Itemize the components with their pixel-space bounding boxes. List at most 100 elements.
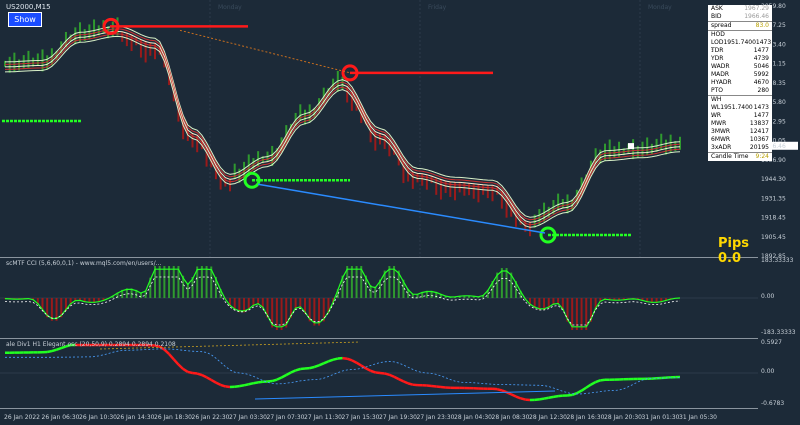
x-tick-label: 28 Jan 16:30	[567, 414, 605, 421]
price-bar	[566, 194, 569, 214]
x-tick-label: 26 Jan 22:30	[192, 414, 230, 421]
osc-segment	[585, 383, 592, 389]
x-tick-label: 31 Jan 05:30	[679, 414, 717, 421]
price-bar	[608, 139, 611, 160]
osc-segment	[172, 358, 180, 366]
osc-panel: ale Div1 H1 Elegant osc (20,50,9) 0.2894…	[0, 339, 758, 409]
osc-segment	[201, 373, 208, 379]
spread-label: spread	[711, 22, 732, 29]
osc-segment	[168, 353, 175, 361]
wh-rows: WL1951.7400 :1473 WR 1477 MWR 13837 3MWR 12417…	[708, 104, 772, 152]
hod-key: TDR	[711, 47, 724, 54]
x-tick-label: 27 Jan 07:30	[267, 414, 305, 421]
osc-segment	[295, 367, 301, 372]
ask-value: 1967.29	[744, 5, 769, 12]
price-bar	[468, 183, 471, 196]
x-tick-label: 26 Jan 14:30	[117, 414, 155, 421]
cci-bar	[393, 266, 396, 298]
wh-label: WH	[711, 96, 722, 103]
price-bar	[679, 136, 681, 150]
cci-bar	[388, 266, 391, 298]
osc-segment	[309, 365, 315, 370]
osc-segment	[548, 395, 554, 399]
osc-segment	[290, 369, 297, 374]
price-bar	[22, 55, 25, 70]
price-bar	[557, 193, 560, 211]
candle-time-value: 9:24	[755, 153, 769, 160]
hod-value: 280	[757, 87, 769, 94]
y-tick-label: 1905.45	[761, 234, 786, 241]
cci-bar	[500, 268, 503, 298]
wh-key: WL1951.7400 :	[711, 104, 753, 119]
x-tick-label: 27 Jan 11:30	[304, 414, 342, 421]
hod-key: WADR	[711, 63, 730, 70]
osc-segment	[346, 357, 353, 362]
y-tick-label: 1931.35	[761, 195, 786, 202]
y-tick-label: 1944.30	[761, 176, 786, 183]
x-tick-label: 27 Jan 19:30	[379, 414, 417, 421]
y-tick-label: -183.33333	[761, 329, 796, 336]
osc-segment	[163, 348, 170, 355]
candle-time-label: Candle Time	[711, 153, 749, 160]
session-label: Friday	[428, 4, 447, 11]
wh-value: 1477	[753, 112, 769, 119]
osc-segment	[248, 381, 254, 386]
osc-chart	[0, 341, 758, 402]
wh-value: 10367	[749, 136, 769, 143]
osc-segment	[253, 381, 259, 385]
osc-segment	[496, 387, 503, 392]
osc-segment	[365, 367, 372, 372]
osc-segment	[51, 348, 57, 353]
osc-segment	[323, 360, 329, 365]
bid-value: 1966.46	[744, 13, 769, 20]
cci-bar	[350, 266, 353, 298]
osc-segment	[431, 384, 437, 388]
cci-bar	[163, 266, 166, 298]
hod-value: 5046	[753, 63, 769, 70]
osc-segment	[510, 393, 517, 398]
osc-segment	[515, 395, 522, 400]
osc-segment	[543, 396, 549, 400]
hod-value: 1477	[753, 47, 769, 54]
x-tick-label: 28 Jan 04:30	[454, 414, 492, 421]
osc-segment	[436, 385, 442, 389]
x-tick-label: 26 Jan 10:30	[79, 414, 117, 421]
osc-segment	[402, 380, 409, 385]
show-button[interactable]: Show	[8, 12, 42, 27]
price-band-line	[4, 25, 681, 218]
y-tick-label: -0.6783	[761, 400, 784, 407]
x-axis: 26 Jan 2022 26 Jan 06:30 26 Jan 10:30 26 Ja…	[4, 414, 717, 421]
osc-segment	[553, 394, 559, 399]
osc-segment	[355, 361, 362, 367]
osc-segment	[600, 378, 606, 382]
osc-segment	[210, 378, 217, 384]
y-tick-label: 1918.45	[761, 215, 786, 222]
osc-segment	[225, 385, 231, 389]
wh-value: 20195	[749, 144, 769, 151]
cci-chart	[0, 266, 758, 330]
osc-segment	[590, 380, 597, 386]
osc-segment	[234, 384, 240, 388]
osc-segment	[580, 386, 587, 392]
osc-segment	[393, 375, 400, 381]
price-chart: Monday Friday Monday	[2, 0, 681, 257]
wh-key: 3xADR	[711, 144, 732, 151]
x-tick-label: 31 Jan 01:30	[642, 414, 680, 421]
cci-bar	[505, 268, 508, 298]
hod-row: PTO 280	[708, 87, 772, 95]
osc-segment	[192, 371, 198, 375]
hod-row: LOD1951.7400 :1473	[708, 39, 772, 54]
osc-segment	[567, 393, 573, 397]
cci-panel: scMTF CCI (5,6,60,0,1) - www.mql5.com/en…	[0, 258, 758, 339]
info-panel: ASK 1967.29 BID 1966.46 spread 83.0 HOD LOD…	[708, 5, 772, 161]
osc-segment	[271, 378, 278, 383]
cci-bar	[200, 266, 203, 298]
wh-value: 12417	[749, 128, 769, 135]
osc-segment	[318, 362, 325, 367]
osc-segment	[215, 381, 222, 387]
x-tick-label: 28 Jan 20:30	[604, 414, 642, 421]
osc-segment	[187, 370, 193, 375]
hod-key: PTO	[711, 87, 724, 94]
osc-segment	[351, 359, 358, 364]
x-tick-label: 28 Jan 12:30	[529, 414, 567, 421]
